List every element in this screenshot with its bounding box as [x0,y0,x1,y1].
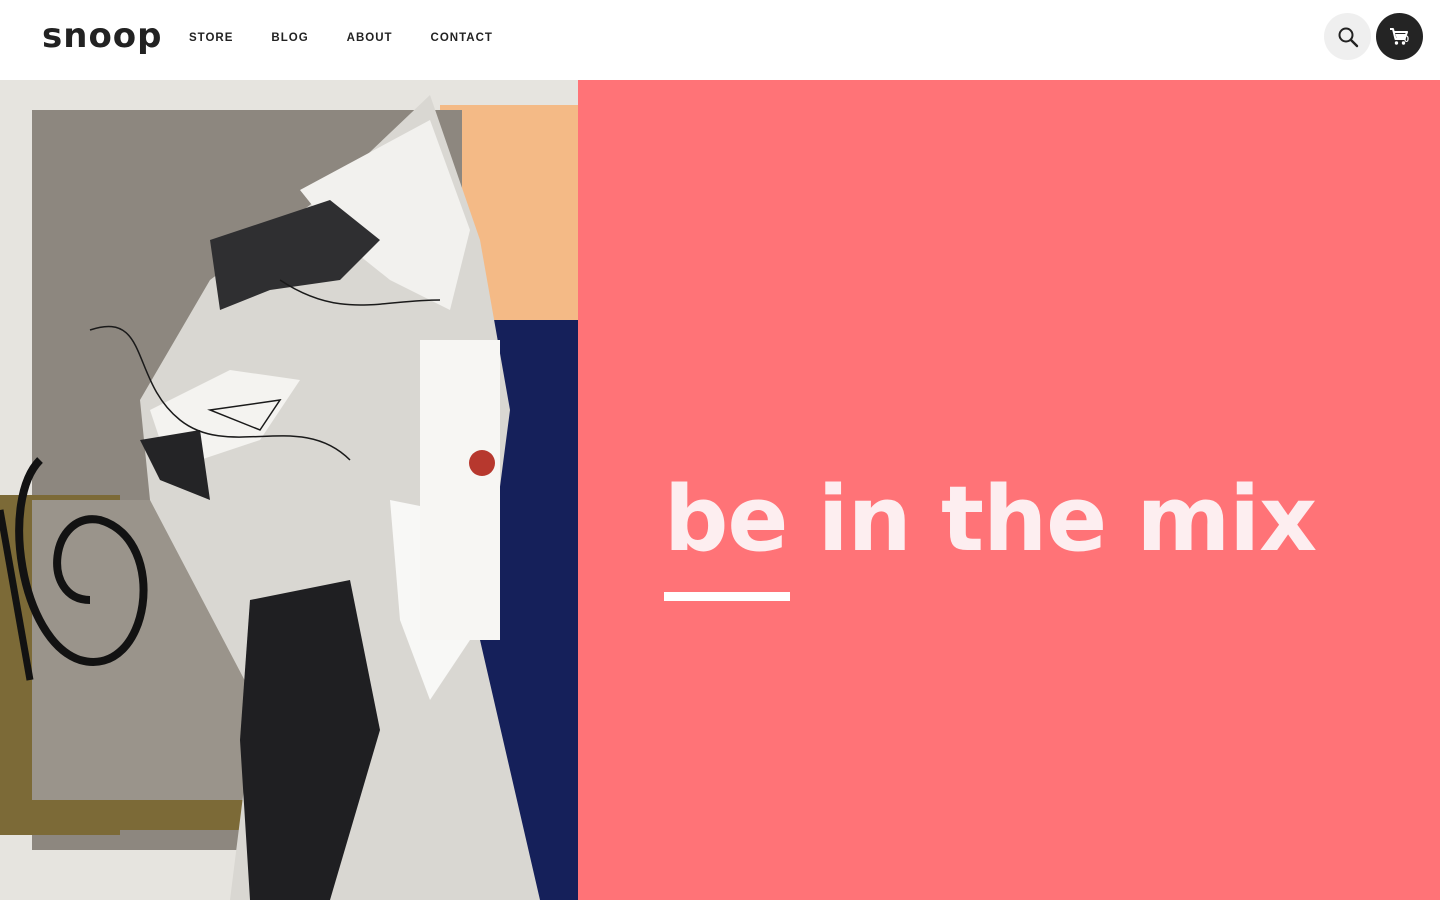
brand-logo[interactable]: snoop [42,14,163,58]
nav-item-contact[interactable]: CONTACT [431,30,493,46]
nav-item-about[interactable]: ABOUT [347,30,393,46]
main-nav: STORE BLOG ABOUT CONTACT [189,30,531,46]
site-header: snoop STORE BLOG ABOUT CONTACT 0 [0,0,1440,80]
cart-button[interactable]: 0 [1376,13,1423,60]
search-button[interactable] [1324,13,1371,60]
headline-underline [664,592,790,601]
cart-count-badge: 0 [1404,34,1410,44]
mural-illustration [0,80,578,900]
hero-mural-image [0,80,578,900]
nav-item-blog[interactable]: BLOG [271,30,308,46]
search-icon [1338,27,1358,47]
nav-item-store[interactable]: STORE [189,30,233,46]
hero-headline: be in the mix [664,467,1317,572]
